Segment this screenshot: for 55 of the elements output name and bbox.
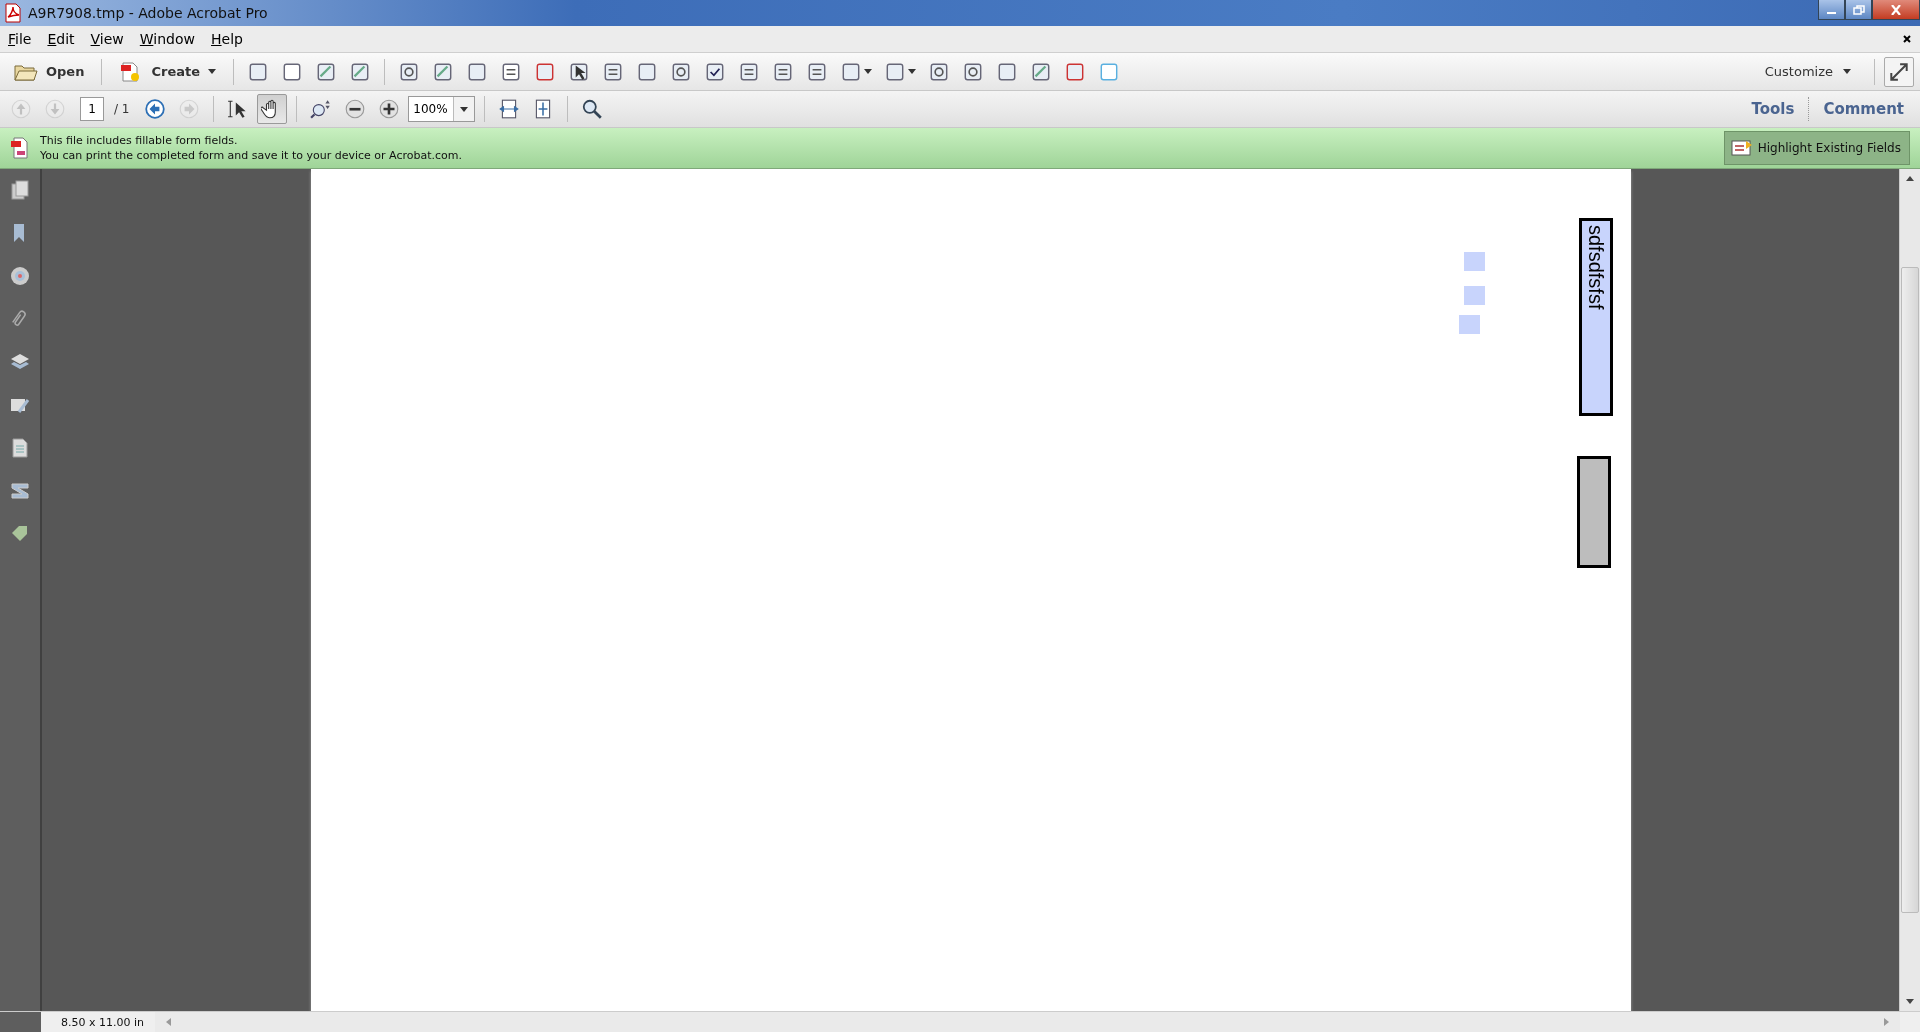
caret-icon — [1843, 69, 1851, 74]
menu-item[interactable]: Help — [211, 31, 250, 47]
zoom-field[interactable]: 100% — [407, 96, 475, 122]
up-arrow-icon[interactable] — [1905, 175, 1915, 181]
vertical-scrollbar[interactable] — [1899, 169, 1920, 1011]
create-button[interactable]: Create — [111, 56, 224, 87]
open-button[interactable]: Open — [6, 56, 93, 87]
down-arrow-icon[interactable] — [1905, 999, 1915, 1005]
form-icon — [1730, 139, 1753, 157]
caret-icon — [864, 69, 872, 74]
minus-icon — [343, 98, 366, 120]
document-icon[interactable] — [9, 437, 31, 459]
minimize-icon — [1827, 12, 1836, 14]
fit-width-icon — [497, 98, 520, 120]
page-count: / 1 — [114, 102, 130, 116]
fullscreen-button[interactable] — [1884, 56, 1914, 87]
pane-tab[interactable]: Tools — [1741, 100, 1805, 118]
customize-button[interactable]: Customize — [1750, 64, 1865, 79]
scrollbar-thumb[interactable] — [1901, 267, 1919, 913]
pages-icon[interactable] — [9, 179, 31, 201]
search-icon — [580, 98, 603, 120]
plus-icon — [377, 98, 400, 120]
menu-item[interactable]: View — [90, 31, 131, 47]
text-field[interactable]: sdfsdfsfsf — [1579, 218, 1613, 416]
page-size-label: 8.50 x 11.00 in — [60, 1015, 145, 1029]
checkbox[interactable] — [1464, 286, 1485, 305]
form-button[interactable] — [1577, 456, 1611, 568]
notification-text: You can print the completed form and save it to your device or Acrobat.com. — [40, 148, 462, 163]
window-title: A9R7908.tmp - Adobe Acrobat Pro — [28, 5, 268, 21]
close-document-button[interactable] — [1902, 34, 1912, 44]
pane-tab[interactable]: Comment — [1813, 100, 1914, 118]
compare-icon[interactable] — [9, 480, 31, 502]
form-document-icon — [10, 137, 30, 159]
caret-icon — [459, 106, 468, 112]
menu-item[interactable]: Window — [139, 31, 203, 47]
magnifier-icon — [309, 98, 332, 120]
close-icon — [1889, 4, 1903, 15]
highlight-fields-button[interactable]: Highlight Existing Fields — [1723, 131, 1910, 165]
close-icon — [1902, 34, 1912, 44]
pdf-icon — [4, 3, 22, 23]
menu-item[interactable]: File — [8, 31, 39, 47]
close-button[interactable] — [1872, 0, 1920, 20]
caret-icon — [208, 69, 216, 74]
expand-icon — [1888, 60, 1910, 83]
caret-icon — [908, 69, 916, 74]
restore-button[interactable] — [1845, 0, 1872, 20]
notification-text: This file includes fillable form fields. — [40, 133, 239, 148]
restore-icon — [1851, 4, 1866, 15]
checkbox[interactable] — [1464, 252, 1485, 271]
hand-tool-button[interactable] — [256, 94, 287, 124]
page-number-field[interactable]: 1 — [80, 97, 104, 121]
minimize-button[interactable] — [1818, 0, 1845, 20]
checkbox[interactable] — [1459, 315, 1480, 334]
menu-item[interactable]: Edit — [47, 31, 82, 47]
target-icon[interactable] — [9, 265, 31, 287]
